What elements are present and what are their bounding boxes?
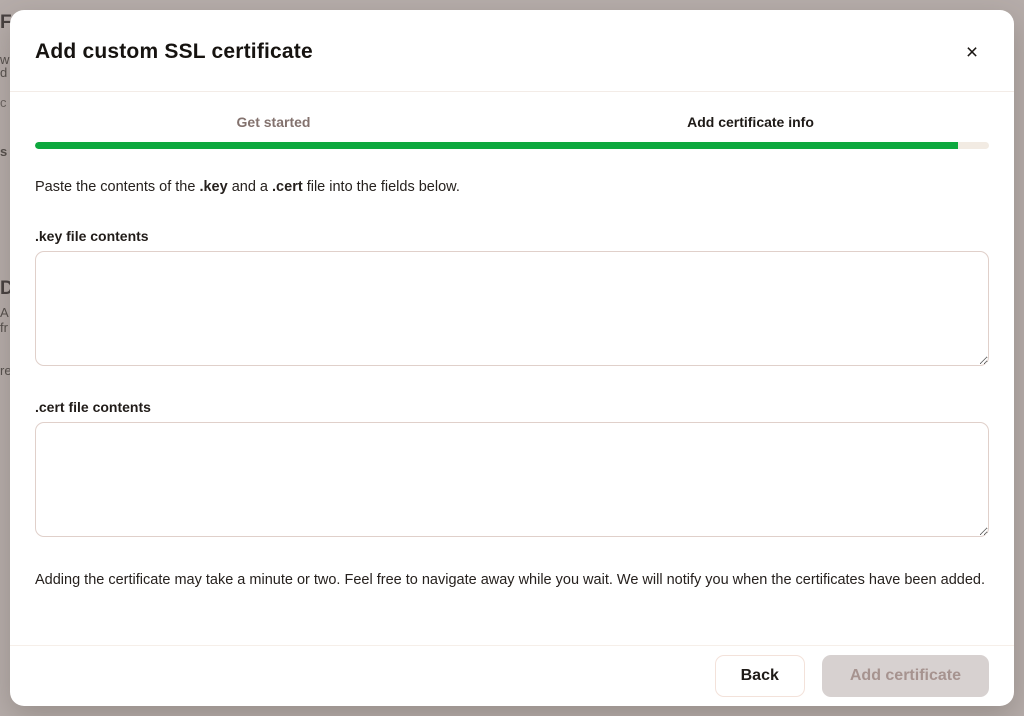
background-text-fragment: s: [0, 144, 7, 159]
background-text-fragment: d: [0, 65, 7, 80]
key-file-input[interactable]: [35, 251, 989, 366]
background-text-fragment: A: [0, 305, 9, 320]
stepper-progress-fill: [35, 142, 958, 149]
background-text-fragment: c: [0, 95, 7, 110]
back-button[interactable]: Back: [715, 655, 805, 697]
background-text-fragment: fr: [0, 320, 8, 335]
cert-file-input[interactable]: [35, 422, 989, 537]
key-term: .key: [199, 179, 227, 195]
key-file-label: .key file contents: [35, 228, 989, 244]
dialog-title: Add custom SSL certificate: [35, 40, 989, 64]
cert-file-label: .cert file contents: [35, 399, 989, 415]
processing-note: Adding the certificate may take a minute…: [35, 567, 989, 593]
add-ssl-certificate-dialog: Add custom SSL certificate × Get started…: [10, 10, 1014, 706]
stepper-progress-track: [35, 142, 989, 149]
step-get-started[interactable]: Get started: [35, 114, 512, 130]
dialog-footer: Back Add certificate: [10, 645, 1014, 706]
close-icon[interactable]: ×: [958, 39, 986, 67]
cert-term: .cert: [272, 179, 303, 195]
dialog-body: Get started Add certificate info Paste t…: [10, 92, 1014, 645]
add-certificate-button[interactable]: Add certificate: [822, 655, 989, 697]
stepper: Get started Add certificate info: [35, 114, 989, 149]
dialog-header: Add custom SSL certificate ×: [10, 10, 1014, 92]
step-add-certificate-info[interactable]: Add certificate info: [512, 114, 989, 130]
intro-text: Paste the contents of the .key and a .ce…: [35, 179, 989, 195]
